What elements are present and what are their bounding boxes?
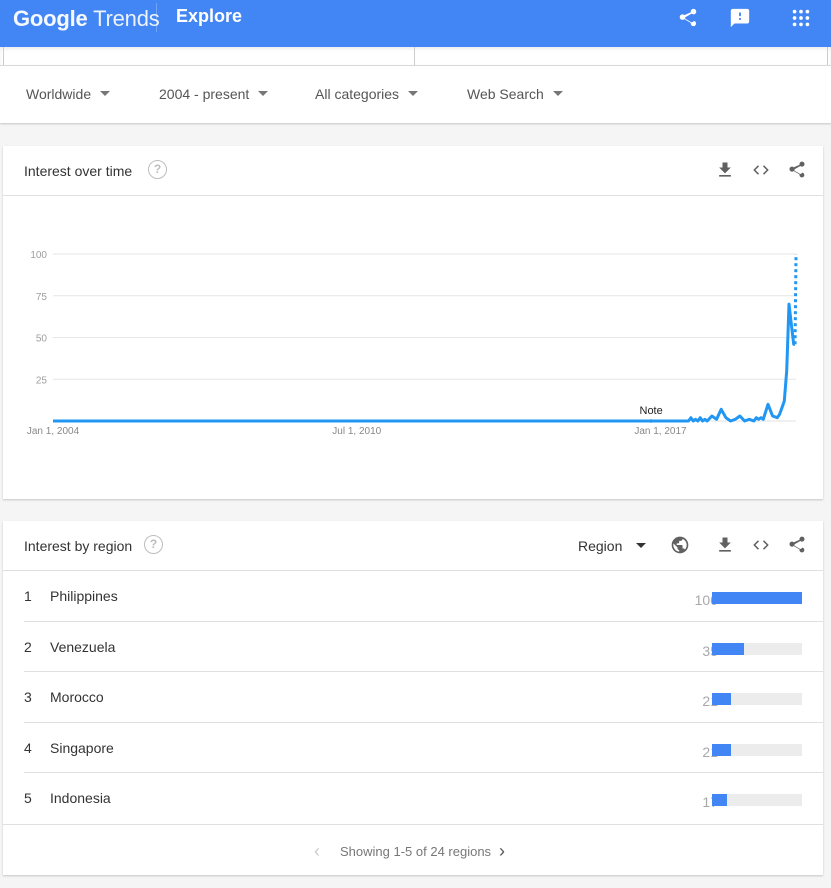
share-icon[interactable]	[677, 7, 699, 29]
category-filter-label: All categories	[315, 86, 400, 102]
region-row[interactable]: 3 Morocco 21	[24, 672, 823, 723]
region-name[interactable]: Philippines	[50, 588, 118, 604]
location-filter-label: Worldwide	[26, 86, 92, 102]
search-term-box[interactable]	[3, 47, 415, 65]
embed-icon[interactable]	[751, 535, 771, 555]
category-filter[interactable]: All categories	[315, 86, 419, 102]
region-bar-fill	[712, 693, 731, 705]
series-line-interest	[53, 302, 796, 423]
region-name[interactable]: Indonesia	[50, 790, 111, 806]
region-row[interactable]: 4 Singapore 21	[24, 723, 823, 773]
help-icon[interactable]: ?	[148, 160, 167, 179]
region-rank: 4	[24, 739, 32, 756]
region-bar	[712, 693, 802, 705]
region-name[interactable]: Morocco	[50, 689, 104, 705]
location-filter[interactable]: Worldwide	[26, 86, 111, 102]
logo-trends: Trends	[93, 6, 160, 31]
search-type-filter[interactable]: Web Search	[467, 86, 563, 102]
x-tick-label: Jan 1, 2004	[27, 426, 80, 437]
region-rank: 2	[24, 638, 32, 655]
region-bar-fill	[712, 794, 728, 806]
region-row[interactable]: 1 Philippines 100	[24, 571, 823, 622]
google-trends-logo[interactable]: Google Trends	[13, 6, 160, 32]
resolution-select[interactable]: Region	[578, 538, 647, 554]
interest-by-region-title: Interest by region	[24, 538, 133, 554]
region-row[interactable]: 5 Indonesia 17	[24, 773, 823, 824]
region-bar	[712, 592, 802, 604]
time-range-filter-label: 2004 - present	[159, 86, 250, 102]
interest-by-region-card: Interest by region ? Region 1 Philippine…	[3, 521, 823, 875]
search-type-filter-label: Web Search	[467, 86, 544, 102]
download-icon[interactable]	[715, 160, 735, 180]
region-bar	[712, 794, 802, 806]
embed-icon[interactable]	[751, 160, 771, 180]
series-line-partial	[793, 253, 798, 345]
y-tick-label: 25	[36, 375, 48, 386]
time-range-filter[interactable]: 2004 - present	[159, 86, 269, 102]
caret-down-icon	[258, 91, 269, 96]
download-icon[interactable]	[715, 535, 735, 555]
apps-grid-icon[interactable]	[790, 7, 812, 29]
region-bar-fill	[712, 642, 744, 655]
help-icon[interactable]: ?	[144, 535, 163, 554]
header-divider	[156, 3, 157, 32]
region-row[interactable]: 2 Venezuela 35	[24, 622, 823, 672]
caret-down-icon	[100, 91, 111, 96]
filter-bar: Worldwide 2004 - present All categories …	[0, 66, 831, 123]
x-tick-label: Jan 1, 2017	[634, 426, 687, 437]
resolution-select-label: Region	[578, 538, 623, 554]
pagination: ‹ Showing 1-5 of 24 regions ›	[3, 823, 823, 876]
region-name[interactable]: Singapore	[50, 740, 114, 756]
logo-google: Google	[13, 6, 88, 31]
interest-by-region-header: Interest by region ? Region	[3, 521, 823, 571]
share-icon[interactable]	[787, 535, 807, 555]
interest-over-time-title: Interest over time	[24, 163, 133, 179]
region-rank: 3	[24, 689, 32, 705]
y-tick-label: 100	[30, 250, 47, 261]
page-title: Explore	[176, 6, 243, 26]
share-icon[interactable]	[787, 160, 807, 180]
interest-over-time-header: Interest over time ?	[3, 146, 823, 196]
app-header: Google Trends Explore	[0, 0, 831, 47]
region-bar	[712, 743, 802, 756]
region-bar-fill	[712, 743, 731, 756]
region-rank: 1	[24, 588, 32, 604]
previous-page-button[interactable]: ‹	[314, 841, 320, 862]
next-page-button[interactable]: ›	[499, 841, 505, 862]
interest-over-time-card: Interest over time ? 100 75 50 25 Jan 1, 200…	[3, 146, 823, 499]
caret-down-icon	[552, 91, 563, 96]
x-tick-label: Jul 1, 2010	[332, 426, 381, 437]
region-list: 1 Philippines 100 2 Venezuela 35 3 Moroc…	[24, 571, 823, 824]
region-rank: 5	[24, 790, 32, 806]
y-tick-label: 50	[36, 334, 48, 345]
region-bar	[712, 642, 802, 655]
y-tick-label: 75	[36, 292, 48, 303]
caret-down-icon	[408, 91, 419, 96]
globe-icon[interactable]	[670, 535, 690, 555]
interest-over-time-chart[interactable]: 100 75 50 25 Jan 1, 2004 Jul 1, 2010 Jan 1, 20…	[3, 196, 823, 499]
caret-down-icon	[636, 543, 647, 548]
add-comparison-box[interactable]	[414, 47, 828, 65]
note-annotation: Note	[640, 405, 663, 417]
feedback-icon[interactable]	[729, 7, 751, 29]
line-chart[interactable]: 100 75 50 25 Jan 1, 2004 Jul 1, 2010 Jan 1, 20…	[3, 196, 823, 499]
region-name[interactable]: Venezuela	[50, 639, 115, 655]
search-terms-strip	[0, 47, 831, 66]
pagination-status: Showing 1-5 of 24 regions	[340, 843, 492, 859]
region-bar-fill	[712, 592, 802, 604]
